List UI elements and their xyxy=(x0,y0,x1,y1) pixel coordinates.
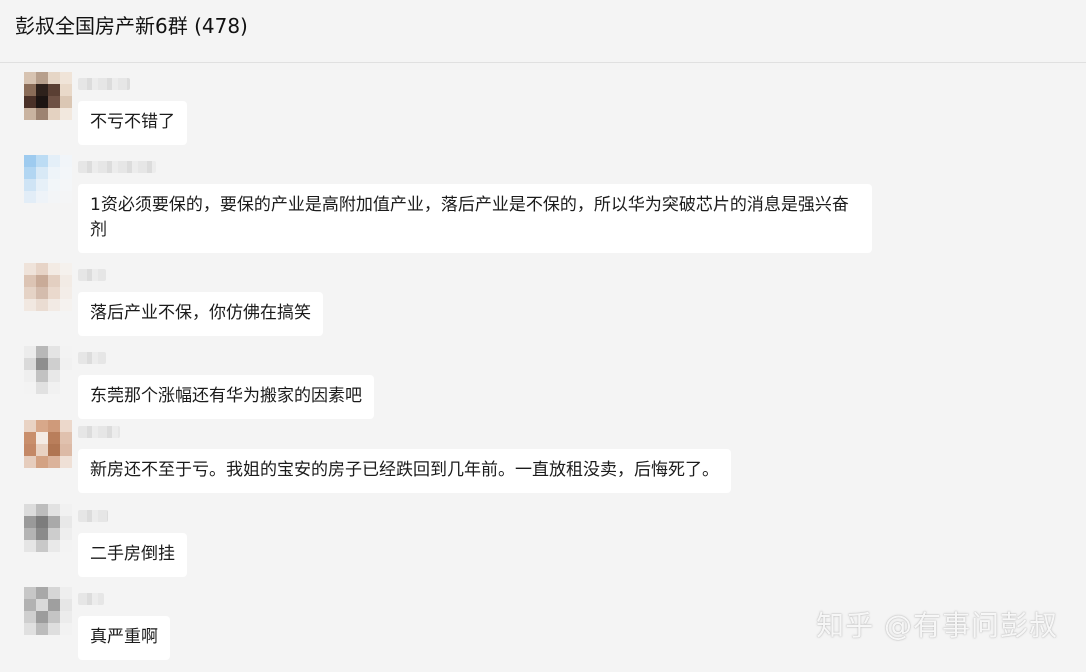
avatar[interactable] xyxy=(24,504,72,552)
sender-name-blurred xyxy=(78,352,106,364)
sender-name-blurred xyxy=(78,269,106,281)
sender-name-blurred xyxy=(78,510,108,522)
avatar[interactable] xyxy=(24,72,72,120)
message-bubble: 二手房倒挂 xyxy=(78,533,187,577)
avatar[interactable] xyxy=(24,263,72,311)
group-chat-title: 彭叔全国房产新6群 (478) xyxy=(15,14,248,38)
sender-name-blurred xyxy=(78,426,120,438)
sender-name-blurred xyxy=(78,161,156,173)
zhihu-watermark: 知乎 @有事问彭叔 xyxy=(816,609,1058,642)
message-bubble: 东莞那个涨幅还有华为搬家的因素吧 xyxy=(78,375,374,419)
sender-name-blurred xyxy=(78,593,104,605)
message-list[interactable]: 不亏不错了 1资必须要保的，要保的产业是高附加值产业，落后产业是不保的，所以华为… xyxy=(0,64,1086,672)
avatar[interactable] xyxy=(24,346,72,394)
avatar[interactable] xyxy=(24,587,72,635)
message-bubble: 落后产业不保，你仿佛在搞笑 xyxy=(78,292,323,336)
message-bubble: 不亏不错了 xyxy=(78,101,187,145)
message-bubble: 真严重啊 xyxy=(78,616,170,660)
chat-header: 彭叔全国房产新6群 (478) xyxy=(0,0,1086,63)
avatar[interactable] xyxy=(24,155,72,203)
sender-name-blurred xyxy=(78,78,130,90)
avatar[interactable] xyxy=(24,420,72,468)
message-bubble: 1资必须要保的，要保的产业是高附加值产业，落后产业是不保的，所以华为突破芯片的消… xyxy=(78,184,872,253)
message-bubble: 新房还不至于亏。我姐的宝安的房子已经跌回到几年前。一直放租没卖，后悔死了。 xyxy=(78,449,731,493)
